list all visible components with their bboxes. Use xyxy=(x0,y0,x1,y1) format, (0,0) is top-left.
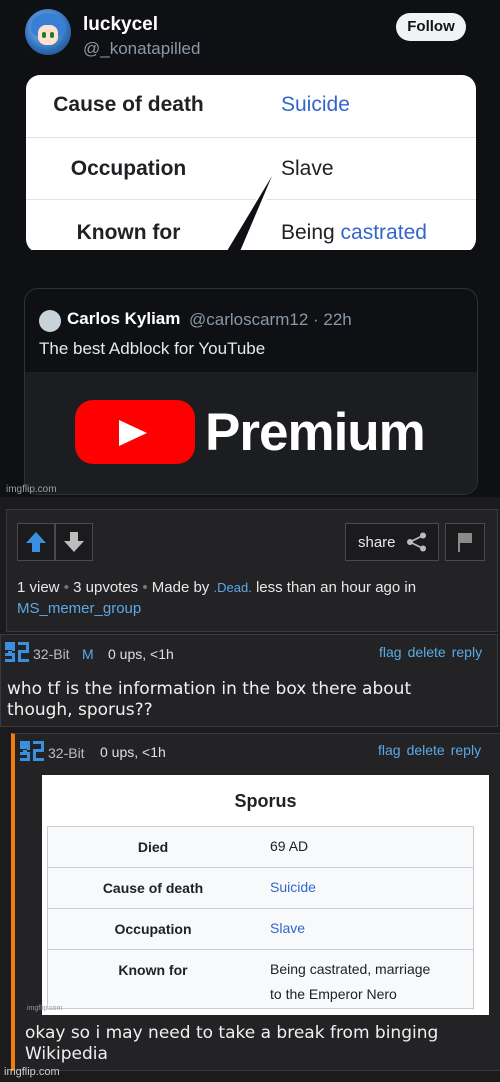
author-link[interactable]: .Dead. xyxy=(213,580,251,595)
share-label: share xyxy=(358,534,396,551)
wikipedia-infobox-image: Sporus Died 69 AD Cause of death Suicide… xyxy=(27,775,489,1015)
flag-link[interactable]: flag xyxy=(378,742,401,758)
wiki-label: Known for xyxy=(118,962,188,978)
wiki-row: Occupation Slave xyxy=(47,908,474,950)
wiki-label: Occupation xyxy=(114,921,192,937)
post-actions-panel: share 1 view • 3 upvotes • Made by .Dead… xyxy=(6,509,498,632)
wiki-value: 69 AD xyxy=(270,838,309,854)
infobox-label: Known for xyxy=(76,221,181,244)
wiki-row: Died 69 AD xyxy=(47,826,474,868)
comment-text: who tf is the information in the box the… xyxy=(7,679,412,720)
quote-handle: @carloscarm12 · 22h xyxy=(189,310,352,329)
wiki-label: Died xyxy=(137,839,169,855)
upvote-count: 3 upvotes xyxy=(73,579,139,596)
wiki-value: Slave xyxy=(270,920,306,936)
youtube-premium-image: Premium xyxy=(25,372,477,494)
tweet-handle: @_konatapilled xyxy=(83,39,201,58)
arrow-down-icon xyxy=(64,532,84,552)
quote-avatar xyxy=(39,310,61,332)
premium-text: Premium xyxy=(205,403,426,462)
post-stats: 1 view • 3 upvotes • Made by .Dead. less… xyxy=(17,579,417,617)
infobox-label: Cause of death xyxy=(53,93,204,116)
wiki-label: Cause of death xyxy=(102,880,204,896)
reply-link[interactable]: reply xyxy=(451,742,481,758)
downvote-button[interactable] xyxy=(55,523,93,561)
user-avatar xyxy=(25,9,71,55)
wiki-value: Being castrated, marriage to the Emperor … xyxy=(270,961,431,1002)
flag-button[interactable] xyxy=(445,523,485,561)
arrow-up-icon xyxy=(26,532,46,552)
comment-text: okay so i may need to take a break from … xyxy=(25,1023,439,1064)
view-count: 1 view xyxy=(17,579,60,596)
infobox-value: Slave xyxy=(281,157,334,180)
wiki-row: Known for Being castrated, marriage to th… xyxy=(47,949,474,1009)
made-by-label: Made by xyxy=(151,579,210,596)
speech-bubble-tail xyxy=(220,174,272,258)
infobox-row: Cause of death Suicide xyxy=(26,75,476,138)
comment-username[interactable]: 32-Bit xyxy=(33,646,70,662)
reply-link[interactable]: reply xyxy=(452,644,482,660)
share-button[interactable]: share xyxy=(345,523,439,561)
wiki-title: Sporus xyxy=(234,791,297,811)
post-time: less than an hour ago in xyxy=(255,579,417,596)
share-icon xyxy=(407,532,426,552)
delete-link[interactable]: delete xyxy=(408,644,446,660)
comment-actions: flag delete reply xyxy=(379,644,482,660)
youtube-play-icon xyxy=(75,400,195,464)
user-logo-icon xyxy=(20,741,44,761)
follow-button: Follow xyxy=(396,13,466,41)
comment-actions: flag delete reply xyxy=(378,742,481,758)
wiki-row: Cause of death Suicide xyxy=(47,867,474,909)
comment: 32-Bit M 0 ups, <1h flag delete reply who … xyxy=(0,634,498,727)
imgflip-watermark: imgflip.com xyxy=(4,1066,60,1078)
infobox-value: Being castrated xyxy=(281,221,427,244)
quote-text: The best Adblock for YouTube xyxy=(39,339,266,358)
comment-username[interactable]: 32-Bit xyxy=(48,745,85,761)
tweet-username: luckycel xyxy=(83,14,158,35)
imgflip-watermark: imgflip.com xyxy=(6,484,57,495)
delete-link[interactable]: delete xyxy=(407,742,445,758)
infobox-value: Suicide xyxy=(281,93,350,116)
wiki-value: Suicide xyxy=(270,879,316,895)
stream-link[interactable]: MS_memer_group xyxy=(17,600,141,617)
upvote-button[interactable] xyxy=(17,523,55,561)
quoted-tweet: Carlos Kyliam @carloscarm12 · 22h The be… xyxy=(24,288,478,495)
comment-meta: 0 ups, <1h xyxy=(108,646,174,662)
flag-link[interactable]: flag xyxy=(379,644,402,660)
mod-badge: M xyxy=(82,646,94,662)
user-logo-icon xyxy=(5,642,29,662)
infobox-label: Occupation xyxy=(70,157,187,180)
meme-image: luckycel @_konatapilled Follow Cause of … xyxy=(0,0,500,497)
quote-name: Carlos Kyliam xyxy=(67,309,181,328)
wiki-watermark: imgflip.com xyxy=(27,1005,63,1012)
comment-meta: 0 ups, <1h xyxy=(100,744,166,760)
flag-icon xyxy=(458,533,472,552)
